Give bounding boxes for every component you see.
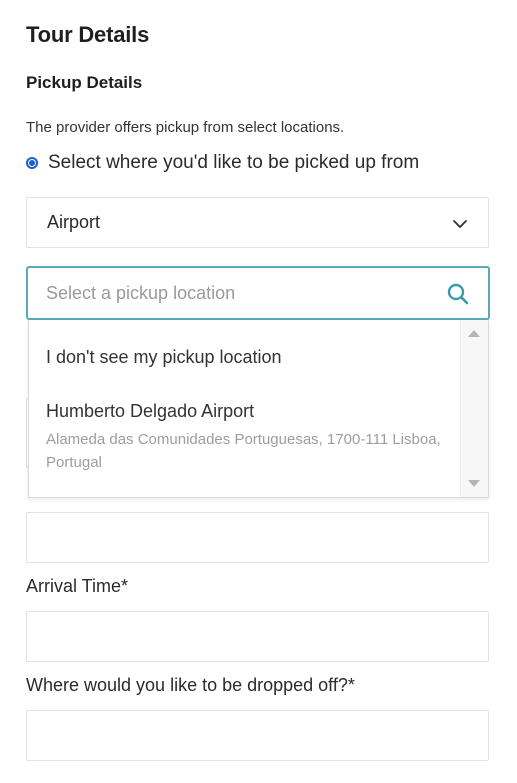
dropdown-item-no-location[interactable]: I don't see my pickup location (46, 347, 282, 368)
radio-selected-icon[interactable] (26, 157, 38, 169)
radio-option-label: Select where you'd like to be picked up … (48, 152, 420, 173)
search-icon[interactable] (446, 282, 470, 306)
search-input-placeholder[interactable]: Select a pickup location (46, 283, 235, 304)
dropdown-item-airport-address[interactable]: Alameda das Comunidades Portuguesas, 170… (46, 428, 446, 474)
chevron-down-icon (453, 220, 467, 228)
page-title: Tour Details (26, 22, 150, 47)
section-title: Pickup Details (26, 73, 143, 92)
dropdown-item-airport-name[interactable]: Humberto Delgado Airport (46, 401, 254, 422)
arrival-time-label: Arrival Time* (26, 576, 129, 596)
scroll-down-icon[interactable] (468, 480, 480, 487)
pickup-type-select[interactable]: Airport (26, 197, 489, 248)
pickup-radio-option[interactable]: Select where you'd like to be picked up … (26, 152, 419, 174)
arrival-time-input[interactable] (26, 611, 489, 662)
pickup-location-search[interactable]: Select a pickup location (26, 266, 490, 320)
pickup-description: The provider offers pickup from select l… (26, 119, 345, 136)
scroll-up-icon[interactable] (468, 330, 480, 337)
pickup-location-dropdown[interactable]: I don't see my pickup location Humberto … (28, 320, 489, 498)
dropdown-scrollbar[interactable] (460, 320, 488, 497)
pickup-type-value: Airport (47, 212, 101, 232)
dropoff-label: Where would you like to be dropped off?* (26, 675, 355, 695)
flight-number-input[interactable] (26, 512, 489, 563)
dropoff-input[interactable] (26, 710, 489, 761)
